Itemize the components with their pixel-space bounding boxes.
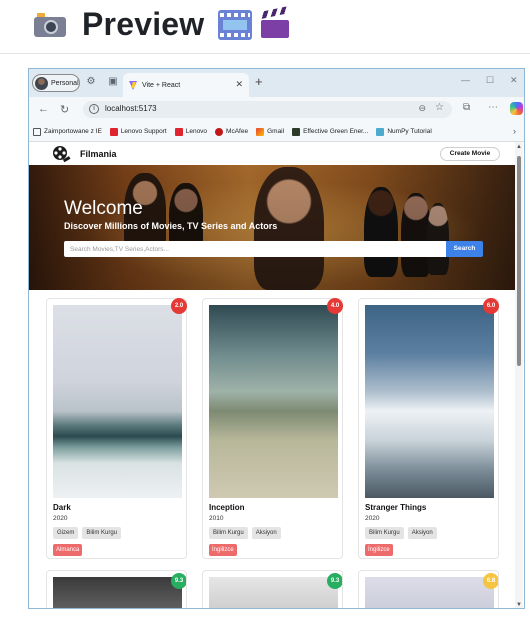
movie-poster[interactable]: [209, 577, 338, 608]
browser-window: Personal ⚙ ▣ Vite + React ✕ + — ☐ ✕ ← ↻ …: [28, 68, 525, 609]
movie-poster[interactable]: [209, 305, 338, 498]
movie-year: 2020: [53, 515, 68, 522]
workspaces-icon[interactable]: ⚙: [85, 76, 97, 88]
tab-title: Vite + React: [142, 81, 181, 89]
page-scrollbar[interactable]: ▲ ▼: [515, 142, 523, 608]
minimize-icon[interactable]: —: [461, 75, 470, 85]
rating-badge: 2.0: [171, 298, 187, 314]
maximize-icon[interactable]: ☐: [486, 75, 494, 86]
film-frames-icon: [218, 9, 253, 40]
more-menu-icon[interactable]: ⋯: [488, 102, 498, 113]
movie-title[interactable]: Inception: [209, 503, 245, 512]
movie-card-inception[interactable]: 4.0 Inception 2010 Bilim Kurgu Aksiyon İ…: [202, 298, 343, 559]
profile-button[interactable]: Personal: [32, 74, 80, 92]
rating-badge: 6.8: [483, 573, 498, 589]
movie-title[interactable]: Dark: [53, 503, 71, 512]
vite-icon: [129, 80, 138, 90]
url-text: localhost:5173: [105, 104, 157, 113]
close-window-icon[interactable]: ✕: [510, 75, 518, 86]
movie-poster[interactable]: [365, 577, 494, 608]
hero-banner: Welcome Discover Millions of Movies, TV …: [29, 165, 516, 290]
scroll-thumb[interactable]: [517, 156, 521, 366]
tab-active[interactable]: Vite + React ✕: [123, 73, 249, 97]
brand-name[interactable]: Filmania: [80, 149, 117, 159]
create-movie-button[interactable]: Create Movie: [440, 147, 500, 161]
rating-badge: 4.0: [327, 298, 343, 314]
scroll-down-icon[interactable]: ▼: [516, 602, 522, 608]
movie-card-partial[interactable]: 9.3: [202, 570, 343, 608]
movie-title[interactable]: Stranger Things: [365, 503, 426, 512]
preview-title-row: Preview: [32, 5, 290, 43]
chevron-right-icon[interactable]: ›: [513, 126, 516, 136]
hero-title: Welcome: [64, 198, 143, 219]
movie-poster[interactable]: [53, 305, 182, 498]
tab-bar: Personal ⚙ ▣ Vite + React ✕ + — ☐ ✕: [29, 69, 524, 97]
genre-tag: Aksiyon: [407, 527, 437, 539]
rating-badge: 9.3: [327, 573, 342, 589]
new-tab-icon[interactable]: +: [255, 75, 263, 89]
hero-subtitle: Discover Millions of Movies, TV Series a…: [64, 221, 278, 231]
genre-tag: Bilim Kurgu: [82, 527, 122, 539]
genre-tag: Aksiyon: [251, 527, 281, 539]
profile-label: Personal: [51, 79, 79, 87]
film-reel-icon: [53, 146, 71, 163]
bookmark-item[interactable]: Lenovo: [174, 127, 207, 136]
tab-actions-icon[interactable]: ▣: [107, 76, 119, 88]
search-button[interactable]: Search: [446, 241, 483, 257]
movie-poster[interactable]: [53, 577, 182, 608]
bookmark-item[interactable]: McAfee: [215, 127, 248, 136]
movie-year: 2010: [209, 515, 224, 522]
address-bar[interactable]: i localhost:5173 ⊖ ☆: [83, 101, 452, 118]
bookmark-item[interactable]: Lenovo Support: [109, 127, 167, 136]
genre-tag: Gizem: [53, 527, 79, 539]
rating-badge: 6.0: [483, 298, 499, 314]
genre-tag: Bilim Kurgu: [365, 527, 404, 539]
favorite-star-icon[interactable]: ☆: [435, 102, 444, 113]
rating-badge: 9.3: [171, 573, 186, 589]
avatar: [35, 76, 48, 90]
movie-grid: 2.0 Dark 2020 Gizem Bilim Kurgu Almanca …: [29, 290, 516, 608]
info-icon[interactable]: i: [89, 104, 99, 114]
scroll-up-icon[interactable]: ▲: [516, 144, 522, 150]
extensions-icon[interactable]: ⧉: [463, 102, 470, 113]
genre-tag: Bilim Kurgu: [209, 527, 248, 539]
genre-tags: Gizem Bilim Kurgu: [53, 527, 122, 539]
bookmarks-bar: Zaimportowane z IE Lenovo Support Lenovo…: [29, 122, 524, 142]
language-badge: Almanca: [53, 544, 83, 556]
close-tab-icon[interactable]: ✕: [235, 79, 243, 90]
movie-year: 2020: [365, 515, 380, 522]
app-navbar: Filmania Create Movie: [29, 142, 516, 165]
refresh-icon[interactable]: ↻: [60, 103, 69, 116]
movie-card-stranger-things[interactable]: 6.0 Stranger Things 2020 Bilim Kurgu Aks…: [358, 298, 499, 559]
bookmark-item[interactable]: Gmail: [256, 127, 284, 136]
language-badge: İngilizce: [209, 544, 237, 556]
bookmark-item[interactable]: NumPy Tutorial: [376, 127, 432, 136]
movie-poster[interactable]: [365, 305, 494, 498]
movie-card-dark[interactable]: 2.0 Dark 2020 Gizem Bilim Kurgu Almanca: [46, 298, 187, 559]
movie-card-partial[interactable]: 9.3: [46, 570, 187, 608]
movie-card-partial[interactable]: 6.8: [358, 570, 499, 608]
genre-tags: Bilim Kurgu Aksiyon: [209, 527, 281, 539]
clapper-board-icon: [259, 5, 290, 40]
copilot-icon[interactable]: [510, 102, 523, 115]
genre-tags: Bilim Kurgu Aksiyon: [365, 527, 437, 539]
preview-header: Preview: [0, 0, 530, 54]
search-input[interactable]: [64, 241, 446, 257]
bookmark-item[interactable]: Effective Green Ener...: [292, 127, 368, 136]
page-title: Preview: [82, 6, 205, 42]
camera-icon: [32, 10, 68, 40]
zoom-icon[interactable]: ⊖: [418, 103, 426, 114]
language-badge: İngilizce: [365, 544, 393, 556]
address-bar-row: ← ↻ i localhost:5173 ⊖ ☆ ⧉ ⋯: [29, 97, 524, 122]
bookmark-item[interactable]: Zaimportowane z IE: [33, 127, 102, 136]
back-icon[interactable]: ←: [38, 103, 49, 115]
page-viewport: Filmania Create Movie Welcome Discover M…: [29, 142, 516, 608]
